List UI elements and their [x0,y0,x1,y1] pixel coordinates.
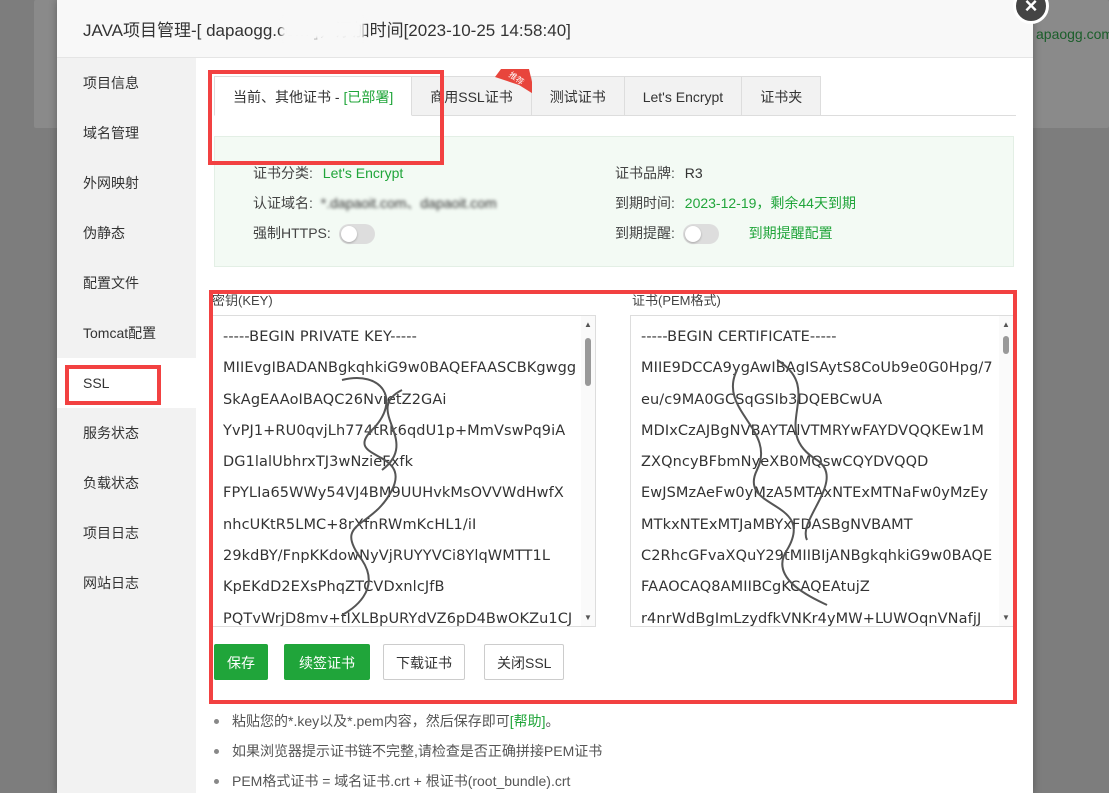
cert-expire: 到期时间: 2023-12-19，剩余44天到期 [615,195,856,211]
expire-remind: 到期提醒: 到期提醒配置 [615,223,833,245]
tip-paste: 粘贴您的*.key以及*.pem内容，然后保存即可[帮助]。 [212,706,602,736]
highlight-cert-editor [209,290,1017,704]
sidebar-item-project-info[interactable]: 项目信息 [57,58,196,108]
cert-expire-value: 2023-12-19，剩余44天到期 [684,195,856,211]
sidebar-item-service-status[interactable]: 服务状态 [57,408,196,458]
force-https: 强制HTTPS: [253,223,375,245]
sidebar-item-rewrite[interactable]: 伪静态 [57,208,196,258]
tab-cert-folder[interactable]: 证书夹 [742,76,822,116]
sidebar-item-config-file[interactable]: 配置文件 [57,258,196,308]
sidebar-item-domain[interactable]: 域名管理 [57,108,196,158]
highlight-ssl-menu [65,365,161,405]
force-https-toggle[interactable] [338,224,375,245]
cert-domain: 认证域名: *.dapaoit.com、dapaoit.com [253,195,497,211]
modal-header: JAVA项目管理-[ dapaogg.com ]，添加时间[2023-10-25… [57,0,1033,58]
cert-brand-value: R3 [684,165,703,181]
remind-config-link[interactable]: 到期提醒配置 [749,225,833,241]
sidebar-item-project-log[interactable]: 项目日志 [57,508,196,558]
cert-category-value: Let's Encrypt [322,165,404,181]
tip-pem-format: PEM格式证书 = 域名证书.crt + 根证书(root_bundle).cr… [212,766,602,793]
cert-category: 证书分类: Let's Encrypt [253,165,404,181]
recommend-badge-icon: 推荐 [494,69,535,95]
sidebar-item-load-status[interactable]: 负载状态 [57,458,196,508]
title-redaction [282,18,364,40]
sidebar-item-tomcat[interactable]: Tomcat配置 [57,308,196,358]
tab-lets-encrypt[interactable]: Let's Encrypt [624,76,743,116]
highlight-current-cert-tab [208,70,444,165]
sidebar-item-external-mapping[interactable]: 外网映射 [57,158,196,208]
help-link[interactable]: [帮助] [510,713,546,729]
sidebar-item-site-log[interactable]: 网站日志 [57,558,196,608]
tab-test-cert[interactable]: 测试证书 [531,76,625,116]
tip-cert-chain: 如果浏览器提示证书链不完整,请检查是否正确拼接PEM证书 [212,736,602,766]
sidebar: 项目信息 域名管理 外网映射 伪静态 配置文件 Tomcat配置 SSL 服务状… [57,58,196,793]
cert-domain-value: *.dapaoit.com、dapaoit.com [320,195,497,211]
background-link: apaogg.com [1036,26,1109,42]
expire-remind-toggle[interactable] [682,224,719,245]
tips-list: 粘贴您的*.key以及*.pem内容，然后保存即可[帮助]。 如果浏览器提示证书… [212,706,602,793]
cert-brand: 证书品牌: R3 [615,165,703,181]
